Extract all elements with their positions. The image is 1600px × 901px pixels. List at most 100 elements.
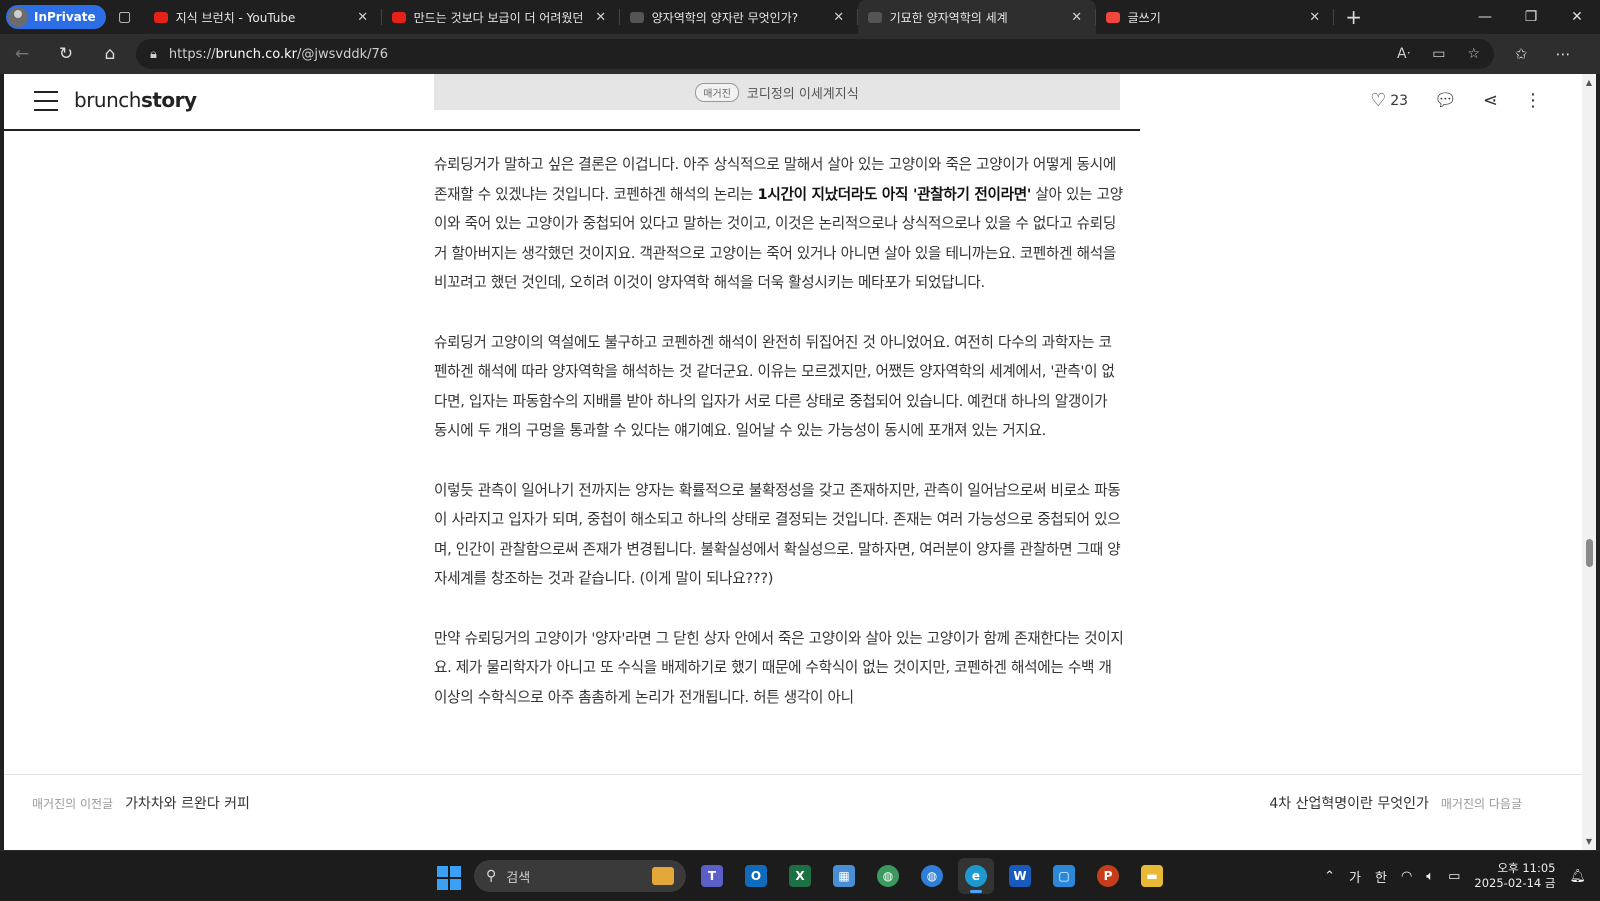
favorite-star-icon[interactable]: ☆ [1467, 46, 1480, 62]
search-placeholder: 검색 [506, 870, 531, 886]
logo-part-story: story [140, 88, 197, 112]
browser-tab[interactable]: 기묘한 양자역학의 세계 ✕ [857, 0, 1096, 34]
clock-date: 2025-02-14 금 [1474, 876, 1556, 890]
word-icon[interactable]: W [1002, 858, 1038, 894]
file-explorer-icon[interactable]: ▬ [1134, 858, 1170, 894]
like-button[interactable]: ♡ 23 [1370, 90, 1408, 111]
magazine-name: 코디정의 이세계지식 [746, 86, 859, 102]
new-tab-button[interactable]: + [1334, 5, 1374, 29]
tab-title: 지식 브런치 - YouTube [175, 10, 296, 25]
scroll-down-icon[interactable]: ▼ [1584, 837, 1594, 846]
tab-title: 글쓰기 [1127, 10, 1161, 25]
notification-bell-icon[interactable]: 🔔︎ [1569, 869, 1586, 884]
chevron-up-icon[interactable]: ⌃ [1324, 869, 1335, 884]
scroll-thumb[interactable] [1586, 539, 1593, 567]
tab-close-icon[interactable]: ✕ [592, 10, 610, 25]
prev-article-link[interactable]: 매거진의 이전글 가차차와 르완다 커피 [32, 793, 250, 813]
edge-icon[interactable]: e [958, 858, 994, 894]
more-options-icon[interactable]: ⋮ [1524, 90, 1542, 111]
refresh-icon[interactable]: ↻ [44, 44, 88, 64]
ime-mode-a[interactable]: 가 [1349, 867, 1361, 886]
header-divider [4, 129, 1140, 131]
browser-tab[interactable]: 만드는 것보다 보급이 더 어려웠던 ✕ [382, 0, 620, 34]
paragraph-text: 이렇듯 관측이 일어나기 전까지는 양자는 확률적으로 불확정성을 갖고 존재하… [434, 481, 1121, 588]
search-icon: ⚲ [486, 868, 497, 884]
profile-avatar-icon [8, 7, 28, 27]
inprivate-label: InPrivate [34, 10, 96, 24]
teams-icon[interactable]: T [694, 858, 730, 894]
tab-favicon-icon [1105, 11, 1120, 23]
scroll-up-icon[interactable]: ▲ [1584, 78, 1594, 87]
logo-part-brunch: brunch [74, 88, 141, 112]
outlook-icon[interactable]: O [738, 858, 774, 894]
clock[interactable]: 오후 11:05 2025-02-14 금 [1474, 861, 1555, 891]
next-article-link[interactable]: 4차 산업혁명이란 무엇인가 매거진의 다음글 [1269, 793, 1522, 813]
minimize-icon[interactable]: — [1462, 9, 1508, 25]
next-title: 4차 산업혁명이란 무엇인가 [1269, 796, 1429, 812]
article-paragraph: 이렇듯 관측이 일어나기 전까지는 양자는 확률적으로 불확정성을 갖고 존재하… [434, 476, 1124, 594]
paragraph-text: 슈뢰딩거 고양이의 역설에도 불구하고 코펜하겐 해석이 완전히 뒤집어진 것 … [434, 333, 1115, 440]
browser-tab[interactable]: 글쓰기 ✕ [1096, 0, 1334, 34]
taskbar-search[interactable]: ⚲ 검색 [474, 860, 686, 892]
tab-favicon-icon [629, 11, 644, 23]
emphasis-text: 1시간이 지났더라도 아직 '관찰하기 전이라면' [757, 185, 1032, 203]
url-path: /@jwsvddk/76 [297, 46, 389, 62]
brunch-header: brunchstory 매거진 코디정의 이세계지식 ♡ 23 💬︎ ⋖ ⋮ [4, 74, 1582, 131]
powerpoint-icon[interactable]: P [1090, 858, 1126, 894]
control-panel-icon[interactable]: ▦ [826, 858, 862, 894]
browser-tab[interactable]: 양자역학의 양자란 무엇인가? ✕ [620, 0, 858, 34]
tab-close-icon[interactable]: ✕ [830, 10, 848, 25]
clock-time: 오후 11:05 [1497, 861, 1556, 875]
inprivate-badge[interactable]: InPrivate [6, 5, 106, 29]
article-paragraph: 만약 슈뢰딩거의 고양이가 '양자'라면 그 닫힌 상자 안에서 죽은 고양이와… [434, 624, 1124, 713]
article-body: 슈뢰딩거가 말하고 싶은 결론은 이겁니다. 아주 상식적으로 말해서 살아 있… [434, 150, 1124, 742]
magazine-band[interactable]: 매거진 코디정의 이세계지식 [434, 74, 1120, 110]
home-icon[interactable]: ⌂ [88, 44, 132, 64]
hamburger-menu-icon[interactable] [34, 91, 58, 111]
back-icon[interactable]: ← [0, 44, 44, 64]
wifi-icon[interactable]: ◠ [1401, 869, 1412, 884]
more-menu-icon[interactable]: ⋯ [1542, 45, 1584, 63]
ime-mode-b[interactable]: 한 [1375, 867, 1387, 886]
url-host: brunch.co.kr [215, 46, 298, 62]
page-scrollbar[interactable]: ▲ ▼ [1582, 74, 1596, 850]
tab-close-icon[interactable]: ✕ [1068, 10, 1086, 25]
share-icon[interactable]: ⋖ [1483, 90, 1498, 111]
globe-icon[interactable]: ◍ [914, 858, 950, 894]
comment-icon[interactable]: 💬︎ [1434, 90, 1457, 111]
tab-close-icon[interactable]: ✕ [1306, 10, 1324, 25]
battery-icon[interactable]: ▭ [1448, 869, 1460, 884]
network-globe-icon[interactable]: ◍ [870, 858, 906, 894]
close-window-icon[interactable]: ✕ [1554, 9, 1600, 25]
like-count: 23 [1390, 92, 1409, 109]
read-aloud-icon[interactable]: Aᐧ [1397, 46, 1410, 62]
windows-taskbar: ⚲ 검색 T O X ▦ ◍ ◍ e W ▢ P ▬ ⌃ 가 한 ◠ 🔈︎ ▭ … [0, 850, 1600, 900]
url-input[interactable]: 🔒︎ https://brunch.co.kr/@jwsvddk/76 Aᐧ ▭… [136, 39, 1494, 69]
favorites-icon[interactable]: ✩ [1500, 45, 1542, 63]
lock-icon[interactable]: 🔒︎ [150, 47, 157, 62]
paragraph-text: 만약 슈뢰딩거의 고양이가 '양자'라면 그 닫힌 상자 안에서 죽은 고양이와… [434, 629, 1124, 706]
store-icon[interactable]: ▢ [1046, 858, 1082, 894]
tab-title: 만드는 것보다 보급이 더 어려웠던 [413, 10, 584, 25]
brunch-story-logo[interactable]: brunchstory [74, 88, 197, 112]
heart-icon: ♡ [1370, 90, 1387, 111]
tab-close-icon[interactable]: ✕ [354, 10, 372, 25]
article-paragraph: 슈뢰딩거가 말하고 싶은 결론은 이겁니다. 아주 상식적으로 말해서 살아 있… [434, 150, 1124, 298]
restore-icon[interactable]: ❐ [1508, 9, 1554, 25]
immersive-reader-icon[interactable]: ▭ [1432, 46, 1445, 62]
excel-icon[interactable]: X [782, 858, 818, 894]
magazine-nav-footer: 매거진의 이전글 가차차와 르완다 커피 4차 산업혁명이란 무엇인가 매거진의… [4, 774, 1582, 830]
browser-tab[interactable]: 지식 브런치 - YouTube ✕ [144, 0, 382, 34]
prev-title: 가차차와 르완다 커피 [125, 796, 250, 812]
tab-separator [1332, 9, 1334, 25]
tab-actions-icon[interactable]: ▢ [106, 9, 144, 25]
briefcase-icon [652, 867, 674, 885]
prev-label: 매거진의 이전글 [32, 797, 114, 811]
tab-strip: InPrivate ▢ 지식 브런치 - YouTube ✕ 만드는 것보다 보급이… [0, 0, 1600, 34]
next-label: 매거진의 다음글 [1440, 797, 1522, 811]
url-prefix: https:// [168, 46, 216, 62]
windows-start-icon[interactable] [430, 858, 466, 894]
address-bar-row: ← ↻ ⌂ 🔒︎ https://brunch.co.kr/@jwsvddk/7… [0, 34, 1600, 74]
speaker-icon[interactable]: 🔈︎ [1426, 869, 1434, 884]
magazine-badge: 매거진 [695, 82, 739, 102]
